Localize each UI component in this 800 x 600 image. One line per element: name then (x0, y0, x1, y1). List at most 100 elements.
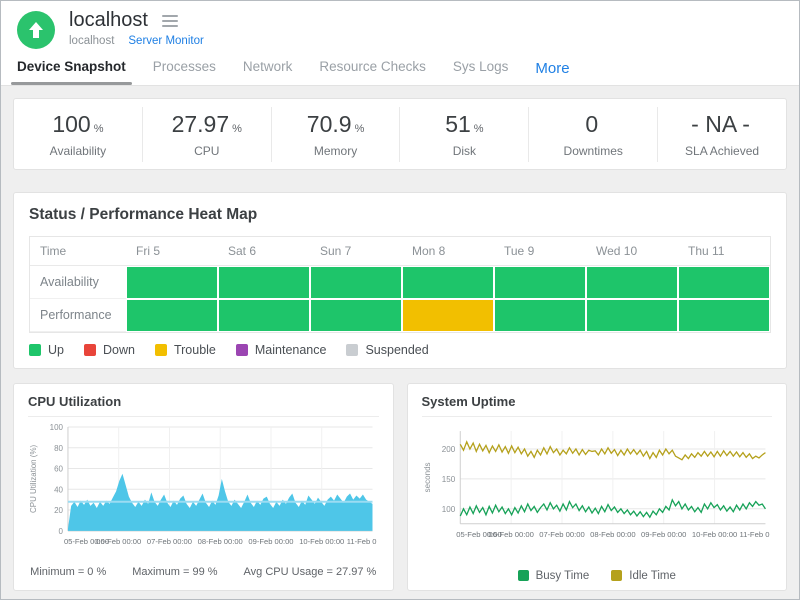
tab-more[interactable]: More (535, 60, 569, 85)
heatmap-col-time: Time (30, 237, 126, 266)
y-tick-label: 20 (54, 506, 63, 515)
heatmap-col-day: Sun 7 (310, 237, 402, 266)
header: localhost localhost Server Monitor (1, 1, 799, 49)
stat-availability: 100% Availability (14, 107, 143, 162)
heatmap-cell-up[interactable] (311, 300, 401, 331)
x-tick-label: 11-Feb 0 (739, 530, 769, 539)
page-title: localhost (69, 9, 148, 32)
breadcrumb-device: localhost (69, 35, 114, 47)
x-tick-label: 10-Feb 00:00 (299, 537, 344, 546)
tab-device-snapshot[interactable]: Device Snapshot (17, 59, 126, 85)
x-tick-label: 06-Feb 00:00 (488, 530, 533, 539)
heatmap-card: Status / Performance Heat Map TimeFri 5S… (13, 192, 787, 369)
y-tick-label: 200 (441, 445, 455, 454)
legend-label: Maintenance (255, 343, 327, 357)
heatmap-cell-up[interactable] (679, 300, 769, 331)
x-tick-label: 07-Feb 00:00 (539, 530, 584, 539)
x-tick-label: 06-Feb 00:00 (96, 537, 141, 546)
heatmap-cell-up[interactable] (495, 267, 585, 298)
stat-label: Downtimes (529, 144, 657, 158)
tab-bar: Device Snapshot Processes Network Resour… (1, 49, 799, 86)
heatmap-col-day: Tue 9 (494, 237, 586, 266)
stat-sla: - NA - SLA Achieved (658, 107, 786, 162)
stat-disk: 51% Disk (400, 107, 529, 162)
y-tick-label: 0 (59, 527, 64, 536)
arrow-up-icon (26, 20, 46, 40)
cpu-average: Avg CPU Usage = 27.97 % (244, 566, 377, 578)
stat-label: CPU (143, 144, 271, 158)
heatmap-cell-up[interactable] (679, 267, 769, 298)
x-tick-label: 08-Feb 00:00 (590, 530, 635, 539)
tab-network[interactable]: Network (243, 59, 293, 85)
heatmap-legend: Up Down Trouble Maintenance Suspended (29, 343, 771, 357)
device-status-icon (17, 11, 55, 49)
uptime-chart-title: System Uptime (422, 394, 773, 417)
heatmap-cell-up[interactable] (403, 267, 493, 298)
legend-label: Up (48, 343, 64, 357)
uptime-chart-legend: Busy Time Idle Time (422, 570, 773, 582)
server-monitor-page: localhost localhost Server Monitor Devic… (0, 0, 800, 600)
heatmap-col-day: Sat 6 (218, 237, 310, 266)
heatmap-col-day: Thu 11 (678, 237, 770, 266)
stat-value: - NA - (691, 111, 750, 137)
x-tick-label: 11-Feb 0 (347, 537, 377, 546)
heatmap-col-day: Fri 5 (126, 237, 218, 266)
heatmap-cell-trouble[interactable] (403, 300, 493, 331)
menu-icon[interactable] (160, 13, 180, 29)
heatmap-cell-up[interactable] (219, 267, 309, 298)
legend-label: Suspended (365, 343, 428, 357)
x-tick-label: 10-Feb 00:00 (691, 530, 736, 539)
y-tick-label: 150 (441, 475, 455, 484)
tab-resource-checks[interactable]: Resource Checks (319, 59, 426, 85)
cpu-minimum: Minimum = 0 % (30, 566, 106, 578)
legend-label: Trouble (174, 343, 216, 357)
legend-suspended: Suspended (346, 343, 428, 357)
tab-processes[interactable]: Processes (153, 59, 216, 85)
breadcrumb: localhost Server Monitor (69, 35, 783, 47)
system-uptime-chart: 10015020005-Feb 00:0006-Feb 00:0007-Feb … (422, 419, 773, 556)
legend-label: Down (103, 343, 135, 357)
stat-unit: % (94, 123, 104, 135)
heatmap-cell-up[interactable] (311, 267, 401, 298)
down-swatch (84, 344, 96, 356)
x-tick-label: 09-Feb 00:00 (248, 537, 293, 546)
legend-up: Up (29, 343, 64, 357)
heatmap-cell-up[interactable] (587, 300, 677, 331)
heatmap-col-day: Wed 10 (586, 237, 678, 266)
heatmap-table: TimeFri 5Sat 6Sun 7Mon 8Tue 9Wed 10Thu 1… (29, 236, 771, 333)
stat-value: 70.9 (307, 111, 352, 137)
y-tick-label: 40 (54, 485, 63, 494)
busy-time-label: Busy Time (536, 570, 590, 582)
stat-label: Availability (14, 144, 142, 158)
stat-cpu: 27.97% CPU (143, 107, 272, 162)
stat-label: Memory (272, 144, 400, 158)
idle-time-label: Idle Time (629, 570, 676, 582)
charts-row: CPU Utilization 02040608010005-Feb 00:00… (13, 383, 787, 591)
heatmap-cell-up[interactable] (219, 300, 309, 331)
trouble-swatch (155, 344, 167, 356)
tab-sys-logs[interactable]: Sys Logs (453, 59, 509, 85)
stat-downtimes: 0 Downtimes (529, 107, 658, 162)
header-text: localhost localhost Server Monitor (69, 9, 783, 49)
heatmap-title: Status / Performance Heat Map (29, 206, 771, 224)
legend-trouble: Trouble (155, 343, 216, 357)
heatmap-cell-up[interactable] (495, 300, 585, 331)
y-tick-label: 80 (54, 444, 63, 453)
stats-bar: 100% Availability 27.97% CPU 70.9% Memor… (13, 98, 787, 170)
stat-value: 51 (445, 111, 471, 137)
heatmap-row-label: Performance (30, 299, 126, 332)
cpu-chart-title: CPU Utilization (28, 394, 379, 417)
busy-time-swatch (518, 570, 529, 581)
legend-maintenance: Maintenance (236, 343, 327, 357)
heatmap-cell-up[interactable] (127, 267, 217, 298)
maintenance-swatch (236, 344, 248, 356)
stat-unit: % (355, 123, 365, 135)
stat-unit: % (474, 123, 484, 135)
breadcrumb-category-link[interactable]: Server Monitor (128, 35, 203, 47)
heatmap-cell-up[interactable] (587, 267, 677, 298)
heatmap-cell-up[interactable] (127, 300, 217, 331)
cpu-chart-footer: Minimum = 0 % Maximum = 99 % Avg CPU Usa… (28, 566, 379, 578)
x-tick-label: 08-Feb 00:00 (198, 537, 243, 546)
cpu-utilization-chart: 02040608010005-Feb 00:0006-Feb 00:0007-F… (28, 419, 379, 563)
y-tick-label: 100 (441, 505, 455, 514)
